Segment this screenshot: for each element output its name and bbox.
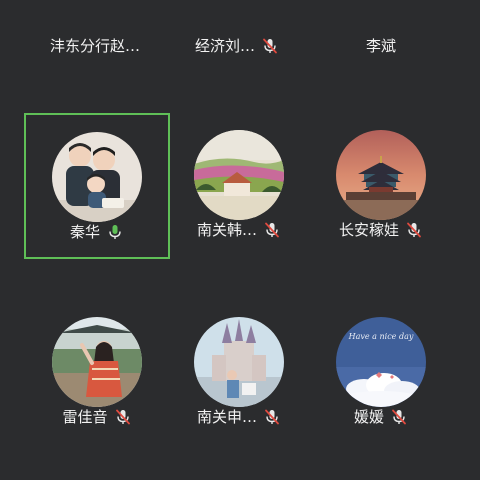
participant-tile[interactable]: Have a nice day 媛媛	[308, 300, 454, 446]
participant-name: 长安稼娃	[338, 221, 399, 239]
participant-label: 经济刘…	[164, 36, 310, 56]
avatar	[194, 130, 284, 220]
participant-name: 经济刘…	[194, 37, 255, 55]
participant-name: 媛媛	[353, 408, 384, 426]
participant-tile[interactable]: 南关申…	[166, 300, 312, 446]
avatar	[336, 130, 426, 220]
participant-tile[interactable]: 南关韩…	[166, 113, 312, 259]
participant-tile[interactable]: 长安稼娃	[308, 113, 454, 259]
mic-active-icon	[106, 223, 124, 241]
mic-muted-icon	[114, 408, 132, 426]
participant-name: 秦华	[69, 223, 100, 241]
participant-label: 媛媛	[308, 407, 454, 427]
avatar	[52, 132, 142, 222]
avatar	[194, 317, 284, 407]
mic-muted-icon	[263, 221, 281, 239]
participant-name: 南关韩…	[196, 221, 257, 239]
participant-tile[interactable]: 雷佳音	[24, 300, 170, 446]
participant-tile[interactable]: 经济刘…	[164, 0, 310, 55]
avatar-caption: Have a nice day	[348, 332, 414, 341]
participant-label: 长安稼娃	[308, 220, 454, 240]
participant-tile[interactable]: 沣东分行赵…	[22, 0, 168, 55]
participant-label: 沣东分行赵…	[22, 36, 168, 56]
mic-muted-icon	[263, 408, 281, 426]
participant-label: 雷佳音	[24, 407, 170, 427]
participant-label: 南关韩…	[166, 220, 312, 240]
participant-label: 秦华	[26, 222, 168, 242]
participant-name: 南关申…	[196, 408, 257, 426]
participant-tile[interactable]: 李斌	[308, 0, 454, 55]
participant-name: 雷佳音	[62, 408, 108, 426]
participant-name: 李斌	[365, 37, 396, 55]
participant-label: 南关申…	[166, 407, 312, 427]
mic-muted-icon	[390, 408, 408, 426]
mic-muted-icon	[405, 221, 423, 239]
avatar: Have a nice day	[336, 317, 426, 407]
avatar	[52, 317, 142, 407]
mic-muted-icon	[261, 37, 279, 55]
participant-name: 沣东分行赵…	[49, 37, 140, 55]
participant-label: 李斌	[308, 36, 454, 56]
participant-tile-active-speaker[interactable]: 秦华	[24, 113, 170, 259]
video-call-grid: 沣东分行赵… 经济刘… 李斌 秦华 南关韩… 长安稼娃 雷佳音 南关申… Hav…	[0, 0, 480, 480]
